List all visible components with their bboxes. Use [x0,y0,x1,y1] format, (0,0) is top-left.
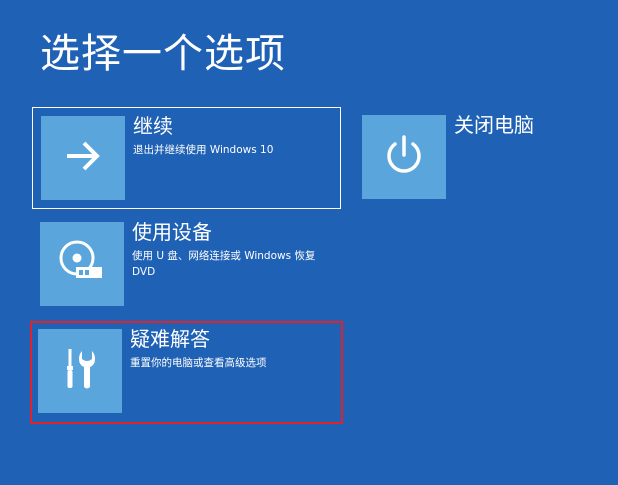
use-device-option[interactable]: 使用设备 使用 U 盘、网络连接或 Windows 恢复 DVD [32,214,341,316]
disc-usb-icon [57,239,107,289]
continue-option[interactable]: 继续 退出并继续使用 Windows 10 [32,107,341,209]
power-icon [382,133,426,181]
shutdown-tile[interactable] [362,115,446,199]
continue-description: 退出并继续使用 Windows 10 [133,144,274,156]
use-device-description: 使用 U 盘、网络连接或 Windows 恢复 DVD [132,250,316,278]
troubleshoot-description: 重置你的电脑或查看高级选项 [130,357,267,369]
continue-tile[interactable] [41,116,125,200]
troubleshoot-tile[interactable] [38,329,122,413]
continue-label: 继续 [133,114,173,138]
troubleshoot-label: 疑难解答 [130,327,210,351]
arrow-right-icon [63,136,103,180]
tools-icon [60,347,100,395]
page-title: 选择一个选项 [40,31,286,77]
shutdown-option[interactable]: 关闭电脑 [354,107,554,209]
use-device-label: 使用设备 [132,220,212,244]
shutdown-label: 关闭电脑 [454,113,534,137]
troubleshoot-option[interactable]: 疑难解答 重置你的电脑或查看高级选项 [30,321,343,424]
use-device-tile[interactable] [40,222,124,306]
